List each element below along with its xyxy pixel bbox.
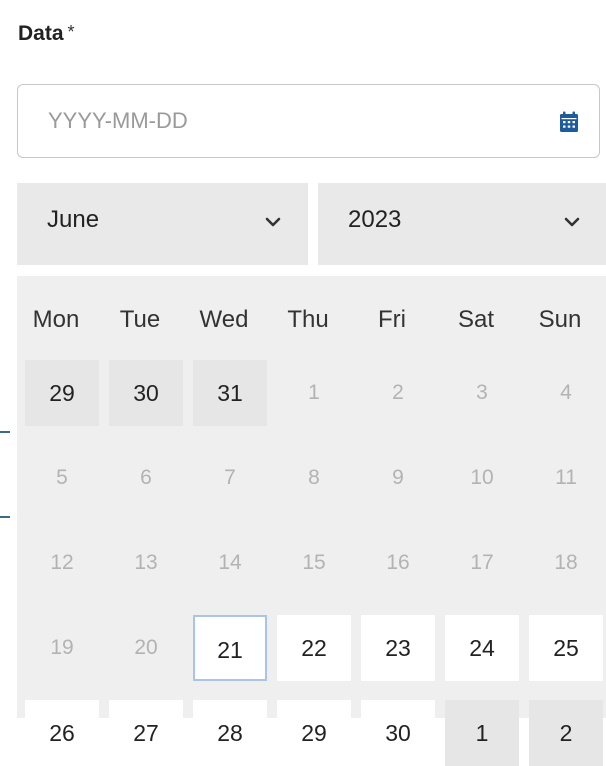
field-label-text: Data: [18, 22, 64, 45]
day-cell[interactable]: 23: [361, 615, 435, 681]
calendar-icon[interactable]: [559, 111, 579, 133]
day-cell[interactable]: 25: [529, 615, 603, 681]
day-cell[interactable]: 29: [277, 700, 351, 766]
day-cell[interactable]: 28: [193, 700, 267, 766]
year-select-value: 2023: [348, 206, 402, 233]
weekday-sun: Sun: [538, 306, 582, 333]
day-cell: 7: [224, 466, 236, 489]
day-cell[interactable]: 30: [109, 360, 183, 426]
weekday-mon: Mon: [32, 306, 80, 333]
day-cell[interactable]: 27: [109, 700, 183, 766]
month-select[interactable]: June: [17, 183, 308, 265]
calendar-grid: Mon Tue Wed Thu Fri Sat Sun 29 30 31 1 2 3 4 5 6 7 8 9 10 1…: [17, 276, 606, 766]
day-cell: 17: [470, 551, 494, 574]
weekday-thu: Thu: [287, 306, 329, 333]
weekday-tue: Tue: [119, 306, 161, 333]
day-cell: 4: [560, 381, 572, 404]
day-cell: 15: [302, 551, 326, 574]
day-cell: 11: [555, 466, 577, 489]
weekday-wed: Wed: [199, 306, 249, 333]
chevron-down-icon: [564, 217, 580, 227]
field-label: Data *: [18, 22, 75, 46]
required-marker: *: [67, 22, 75, 42]
day-cell: 16: [386, 551, 410, 574]
day-cell[interactable]: 29: [25, 360, 99, 426]
day-cell: 14: [218, 551, 242, 574]
day-cell: 12: [50, 551, 74, 574]
edge-mark: [0, 431, 10, 433]
day-cell[interactable]: 22: [277, 615, 351, 681]
day-cell[interactable]: 1: [445, 700, 519, 766]
day-cell: 2: [392, 381, 404, 404]
day-cell[interactable]: 2: [529, 700, 603, 766]
date-input[interactable]: [48, 103, 528, 139]
weekday-sat: Sat: [457, 306, 495, 333]
day-cell: 9: [392, 466, 404, 489]
day-cell[interactable]: 30: [361, 700, 435, 766]
chevron-down-icon: [265, 217, 281, 227]
day-cell: 19: [50, 636, 74, 659]
day-cell[interactable]: 26: [25, 700, 99, 766]
day-cell: 8: [308, 466, 320, 489]
date-input-box[interactable]: [17, 84, 600, 158]
day-cell[interactable]: 31: [193, 360, 267, 426]
day-cell: 6: [140, 466, 152, 489]
day-cell[interactable]: 21: [193, 615, 267, 681]
edge-mark: [0, 516, 10, 518]
day-cell: 18: [554, 551, 578, 574]
month-select-value: June: [47, 206, 100, 233]
weekday-fri: Fri: [378, 306, 406, 333]
weekday-header: Mon Tue Wed Thu Fri Sat Sun: [17, 276, 606, 360]
day-cell: 13: [134, 551, 158, 574]
day-cell: 3: [476, 381, 488, 404]
day-cell: 20: [134, 636, 158, 659]
year-select[interactable]: 2023: [318, 183, 606, 265]
day-cell[interactable]: 24: [445, 615, 519, 681]
day-cell: 5: [56, 466, 68, 489]
day-cell: 10: [470, 466, 494, 489]
day-cell: 1: [308, 381, 320, 404]
